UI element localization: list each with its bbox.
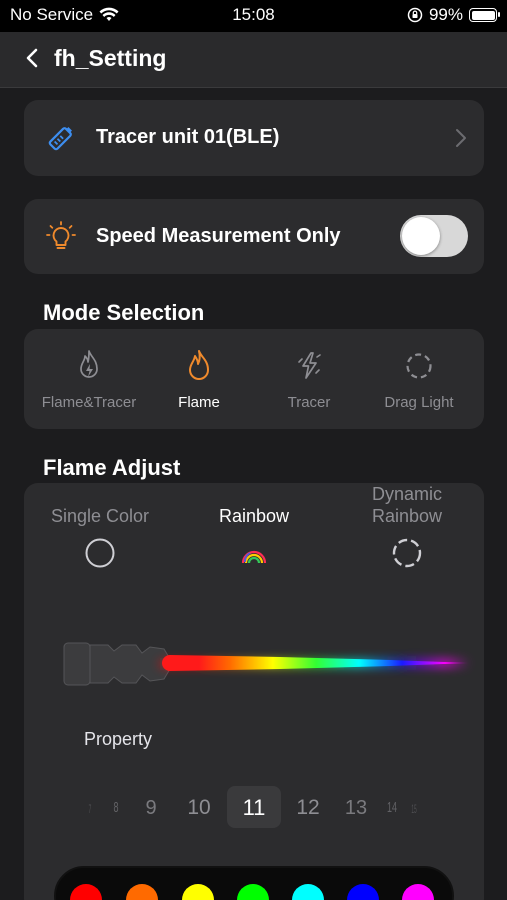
- mode-tracer[interactable]: Tracer: [254, 329, 364, 429]
- picker-value[interactable]: 8: [104, 799, 128, 816]
- property-picker[interactable]: 7 8 9 10 11 12 13 14 15: [80, 786, 440, 830]
- dynamic-rainbow-icon: [392, 538, 422, 568]
- color-swatch-cyan[interactable]: [292, 884, 324, 900]
- flame-icon: [189, 350, 209, 380]
- toggle-knob: [402, 217, 440, 255]
- option-rainbow[interactable]: Rainbow: [184, 505, 324, 574]
- speed-measurement-row: Speed Measurement Only: [24, 199, 484, 274]
- option-dynamic-rainbow[interactable]: Dynamic Rainbow: [337, 483, 477, 574]
- color-swatch-yellow[interactable]: [182, 884, 214, 900]
- orientation-lock-icon: [407, 7, 423, 23]
- chevron-right-icon: [454, 127, 468, 154]
- rainbow-label: Rainbow: [218, 506, 290, 526]
- picker-value[interactable]: 15: [406, 802, 422, 816]
- chevron-left-icon: [26, 48, 38, 68]
- tracer-device-icon: [46, 124, 76, 157]
- mode-label: Drag Light: [384, 394, 454, 411]
- color-swatch-magenta[interactable]: [402, 884, 434, 900]
- mode-drag-light[interactable]: Drag Light: [364, 329, 474, 429]
- device-row[interactable]: Tracer unit 01(BLE): [24, 100, 484, 176]
- picker-value[interactable]: 12: [288, 796, 328, 820]
- bulb-icon: [46, 221, 76, 258]
- property-label: Property: [84, 729, 153, 749]
- page-title: fh_Setting: [54, 45, 167, 71]
- battery-percent: 99%: [428, 5, 463, 24]
- color-swatch-green[interactable]: [237, 884, 269, 900]
- flame-preview-illustration: [63, 642, 470, 686]
- flame-tracer-icon: [80, 350, 98, 378]
- mode-label: Flame&Tracer: [41, 394, 137, 411]
- mode-label: Flame: [178, 394, 220, 411]
- tracer-device-silhouette: [63, 642, 173, 686]
- picker-value[interactable]: 13: [336, 797, 376, 820]
- status-right: 99%: [407, 5, 500, 25]
- picker-value[interactable]: 14: [380, 799, 404, 816]
- tracer-icon: [298, 352, 321, 379]
- mode-flame[interactable]: Flame: [144, 329, 254, 429]
- mode-label: Tracer: [287, 394, 331, 411]
- color-swatch-orange[interactable]: [126, 884, 158, 900]
- color-swatch-red[interactable]: [70, 884, 102, 900]
- color-swatch-blue[interactable]: [347, 884, 379, 900]
- flame-adjust-panel: Single Color Rainbow Dynamic Rainbow: [24, 483, 484, 900]
- speed-measurement-label: Speed Measurement Only: [96, 225, 341, 247]
- rainbow-icon: [241, 550, 267, 564]
- speed-measurement-toggle[interactable]: [400, 215, 468, 257]
- single-color-label: Single Color: [50, 506, 150, 526]
- drag-light-icon: [406, 353, 432, 379]
- mode-selector: Flame&Tracer Flame Tracer Drag Light: [24, 329, 484, 429]
- mode-selection-title: Mode Selection: [43, 300, 205, 325]
- color-palette: [54, 866, 454, 900]
- battery-icon: [469, 8, 500, 22]
- status-bar: No Service 15:08 99%: [0, 0, 507, 32]
- picker-value[interactable]: 10: [179, 796, 219, 820]
- flame-adjust-title: Flame Adjust: [43, 455, 181, 480]
- picker-value[interactable]: 7: [82, 802, 98, 816]
- dynamic-rainbow-label-line1: Dynamic: [371, 484, 442, 504]
- picker-value[interactable]: 9: [131, 797, 171, 820]
- single-color-radio-icon: [85, 538, 115, 568]
- dynamic-rainbow-label-line2: Rainbow: [371, 506, 443, 526]
- mode-flame-tracer[interactable]: Flame&Tracer: [34, 329, 144, 429]
- back-button[interactable]: [18, 44, 48, 74]
- picker-value-selected[interactable]: 11: [234, 795, 274, 821]
- device-name: Tracer unit 01(BLE): [96, 126, 280, 148]
- option-single-color[interactable]: Single Color: [30, 505, 170, 574]
- nav-bar: fh_Setting: [0, 32, 507, 88]
